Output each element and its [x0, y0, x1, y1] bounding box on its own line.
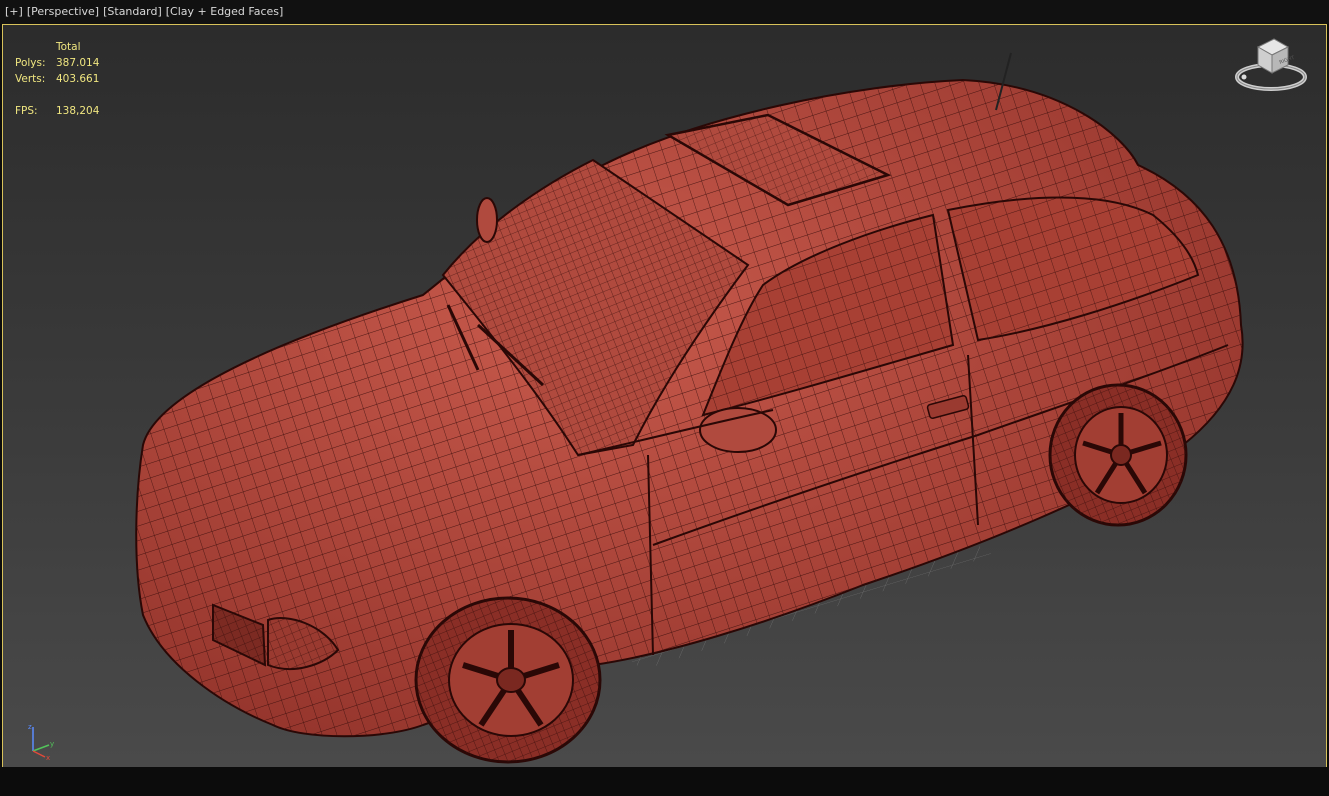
fps-value: 138,204: [56, 105, 100, 117]
viewport-standard-menu[interactable]: [Standard]: [103, 5, 162, 18]
front-wheel: [414, 596, 602, 764]
viewport-label-menu: [+] [Perspective] [Standard] [Clay + Edg…: [5, 5, 283, 18]
fps-label: FPS:: [15, 105, 38, 117]
rear-wheel: [1048, 383, 1188, 527]
side-mirror-left: [476, 197, 498, 243]
axis-tripod-icon: z y x: [28, 723, 54, 761]
verts-value: 403.661: [56, 73, 100, 85]
viewport-header: [+] [Perspective] [Standard] [Clay + Edg…: [0, 0, 1329, 24]
svg-text:z: z: [28, 723, 32, 731]
perspective-viewport[interactable]: Total Polys: 387.014 Verts: 403.661 FPS: 13…: [2, 24, 1327, 768]
car-model[interactable]: [3, 25, 1326, 767]
svg-text:x: x: [46, 754, 50, 761]
verts-label: Verts:: [15, 73, 46, 85]
viewport-shading-menu[interactable]: [Clay + Edged Faces]: [166, 5, 284, 18]
svg-text:y: y: [50, 740, 54, 748]
viewport-statistics: Total Polys: 387.014 Verts: 403.661 FPS: 13…: [15, 39, 116, 119]
polys-value: 387.014: [56, 57, 100, 69]
bottom-bar: [0, 767, 1329, 796]
viewport-view-menu[interactable]: [Perspective]: [27, 5, 99, 18]
side-mirror-right: [699, 407, 777, 453]
stats-total-header: Total: [56, 41, 81, 53]
polys-label: Polys:: [15, 57, 46, 69]
viewcube-icon[interactable]: RIGHT: [1234, 33, 1308, 95]
viewport-plus-menu[interactable]: [+]: [5, 5, 23, 18]
